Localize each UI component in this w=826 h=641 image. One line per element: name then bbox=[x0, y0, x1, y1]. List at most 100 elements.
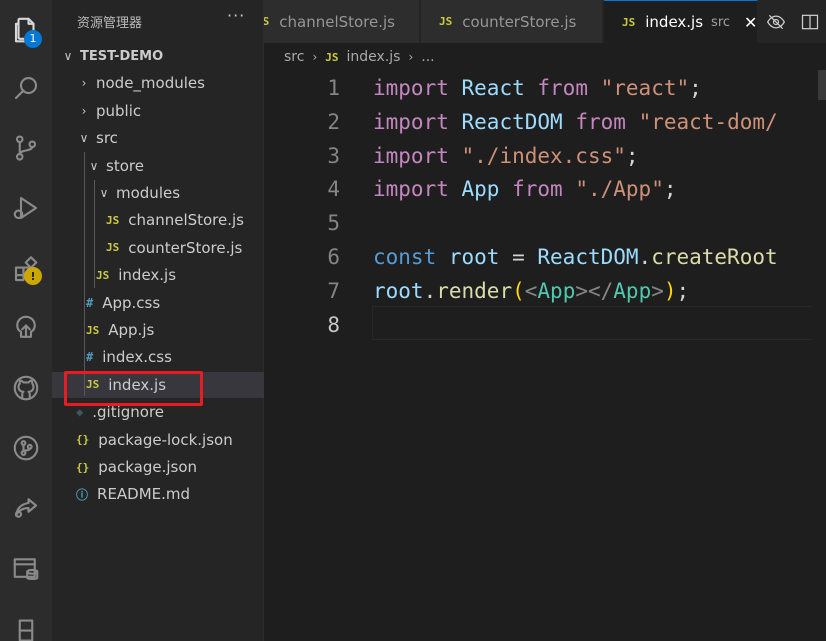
code-token: ReactDOM bbox=[461, 109, 563, 134]
breadcrumb-folder[interactable]: src bbox=[284, 49, 304, 65]
code-editor[interactable]: 1 import React from "react"; 2 import React… bbox=[264, 70, 826, 641]
explorer-icon[interactable] bbox=[0, 6, 52, 54]
code-line: 5 bbox=[264, 206, 826, 240]
folder-item[interactable]: › node_modules bbox=[52, 70, 264, 96]
json-file-icon: {} bbox=[76, 433, 90, 447]
more-actions-icon[interactable]: ··· bbox=[227, 6, 245, 25]
tree-item-label: package.json bbox=[98, 458, 198, 476]
file-item[interactable]: {} package-lock.json bbox=[52, 427, 264, 453]
tab-index-js[interactable]: JS index.js src ✕ bbox=[604, 0, 758, 43]
code-line: 6 const root = ReactDOM.createRoot bbox=[264, 240, 826, 274]
folder-item[interactable]: ∨ src bbox=[52, 125, 264, 151]
code-token: ReactDOM bbox=[537, 245, 639, 269]
tree-item-label: TEST-DEMO bbox=[80, 48, 164, 64]
code-token: root bbox=[373, 278, 424, 303]
chevron-down-icon: ∨ bbox=[99, 186, 109, 200]
code-line: 1 import React from "react"; bbox=[264, 71, 826, 105]
code-token: ; bbox=[663, 177, 677, 202]
js-file-icon: JS bbox=[439, 15, 453, 28]
live-share-icon[interactable] bbox=[0, 484, 52, 532]
code-token: = bbox=[499, 245, 538, 269]
code-text: import "./index.css"; bbox=[373, 144, 639, 168]
code-text: const root = ReactDOM.createRoot bbox=[373, 245, 778, 269]
chevron-down-icon: ∨ bbox=[63, 49, 73, 63]
tree-item-label: node_modules bbox=[96, 74, 205, 93]
code-token: ; bbox=[625, 143, 639, 168]
code-token: ) bbox=[663, 278, 677, 303]
tab-counterstore[interactable]: JS counterStore.js bbox=[421, 0, 603, 43]
code-token: import bbox=[373, 177, 449, 202]
code-token: . bbox=[638, 245, 652, 269]
line-number: 2 bbox=[327, 109, 340, 134]
chevron-right-icon: › bbox=[81, 103, 87, 118]
line-number: 5 bbox=[327, 211, 340, 236]
search-icon[interactable] bbox=[0, 64, 52, 112]
code-token: App bbox=[613, 278, 652, 303]
css-file-icon: # bbox=[86, 295, 94, 310]
sidebar-title: 资源管理器 bbox=[77, 16, 143, 31]
tree-item-label: store bbox=[106, 156, 144, 175]
file-item[interactable]: ⓘ README.md bbox=[52, 481, 264, 507]
tab-description: src bbox=[711, 14, 731, 30]
tree-item-label: modules bbox=[116, 184, 181, 202]
json-file-icon: {} bbox=[76, 460, 90, 474]
tree-item-label: index.js bbox=[118, 266, 177, 285]
code-token: React bbox=[461, 76, 525, 100]
code-token: > bbox=[651, 278, 664, 303]
js-file-icon: JS bbox=[86, 323, 100, 337]
remote-explorer-icon[interactable] bbox=[0, 304, 52, 352]
run-debug-icon[interactable] bbox=[0, 184, 52, 232]
git-graph-icon[interactable] bbox=[0, 424, 52, 472]
testing-icon[interactable] bbox=[0, 604, 52, 641]
highlight-box bbox=[64, 371, 203, 406]
workspace-root[interactable]: ∨ TEST-DEMO bbox=[52, 43, 264, 69]
source-control-icon[interactable] bbox=[0, 124, 52, 172]
code-token: from bbox=[575, 109, 626, 134]
tab-channelstore[interactable]: JS channelStore.js bbox=[264, 0, 420, 43]
chevron-right-icon: › bbox=[81, 76, 87, 91]
close-icon[interactable]: ✕ bbox=[744, 13, 757, 32]
code-token: ; bbox=[676, 278, 690, 303]
toggle-visibility-icon[interactable] bbox=[766, 0, 786, 43]
file-item[interactable]: {} package.json bbox=[52, 454, 264, 480]
js-file-icon: JS bbox=[622, 15, 636, 29]
code-token: . bbox=[423, 278, 437, 303]
code-text: root.render(<App></App>); bbox=[373, 279, 689, 303]
code-token: App bbox=[461, 177, 500, 202]
tree-item-label: channelStore.js bbox=[128, 211, 245, 230]
editor-tabs: JS channelStore.js JS counterStore.js JS… bbox=[264, 0, 826, 43]
split-editor-icon[interactable] bbox=[800, 0, 820, 43]
code-text: import React from "react"; bbox=[373, 76, 702, 100]
code-text: import ReactDOM from "react-dom/ bbox=[373, 110, 778, 134]
code-line: 4 import App from "./App"; bbox=[264, 172, 826, 206]
code-token: import bbox=[373, 76, 449, 100]
line-number: 4 bbox=[327, 177, 340, 202]
chevron-down-icon: ∨ bbox=[79, 131, 89, 146]
css-file-icon: # bbox=[86, 350, 94, 365]
tree-item-label: App.js bbox=[108, 321, 155, 339]
code-line: 3 import "./index.css"; bbox=[264, 139, 826, 173]
code-token: "react-dom/ bbox=[638, 109, 778, 134]
database-icon[interactable] bbox=[0, 544, 52, 592]
breadcrumb: src › JS index.js › ... bbox=[284, 46, 435, 68]
chevron-right-icon: › bbox=[408, 50, 414, 64]
line-number: 7 bbox=[327, 278, 340, 303]
git-file-icon: ◆ bbox=[76, 405, 84, 420]
tree-item-label: README.md bbox=[97, 485, 191, 504]
code-token: ( bbox=[512, 278, 525, 303]
editor-scrollbar[interactable] bbox=[818, 70, 826, 100]
breadcrumb-symbols[interactable]: ... bbox=[421, 49, 434, 65]
folder-item[interactable]: › public bbox=[52, 98, 264, 124]
code-text: import App from "./App"; bbox=[373, 177, 677, 201]
code-token: ></ bbox=[575, 278, 614, 303]
code-token: ; bbox=[689, 76, 702, 100]
github-icon[interactable] bbox=[0, 364, 52, 412]
breadcrumb-file[interactable]: index.js bbox=[347, 49, 401, 65]
